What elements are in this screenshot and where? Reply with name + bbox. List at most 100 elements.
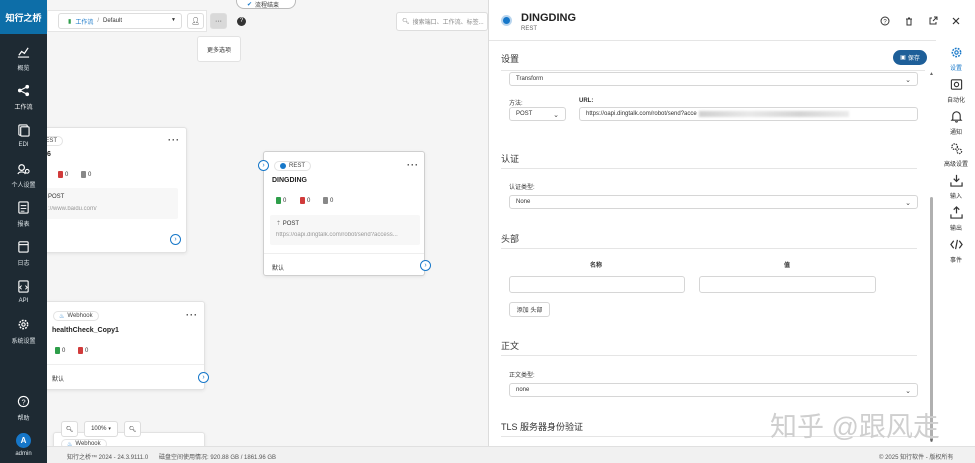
tab-settings[interactable]: 设置 — [937, 44, 975, 74]
tab-input[interactable]: 输入 — [937, 172, 975, 202]
open-external-icon[interactable] — [928, 16, 938, 26]
divider — [47, 364, 204, 365]
gear-icon — [17, 318, 30, 333]
bell-icon — [950, 110, 963, 125]
pending-file-icon — [323, 197, 328, 204]
header-name-input[interactable] — [509, 276, 685, 293]
card-footer-label: 默认 — [52, 377, 65, 383]
upload-icon: ⇡ — [276, 221, 283, 227]
port-card[interactable]: REST ··· 6 0 0 POST ://www.baidu.com/ › — [47, 127, 187, 253]
connect-output-icon[interactable]: › — [198, 372, 209, 383]
help-button[interactable]: ? — [233, 13, 250, 29]
tab-automation[interactable]: 自动化 — [937, 76, 975, 106]
nav-item-label: 工作流 — [14, 104, 33, 111]
breadcrumb-root[interactable]: 工作流 — [75, 17, 93, 26]
close-icon[interactable] — [951, 16, 961, 26]
card-footer-label: 默认 — [272, 266, 285, 272]
success-file-icon — [55, 347, 60, 354]
request-url: ://www.baidu.com/ — [48, 206, 97, 212]
card-type-badge: ♨ Webhook — [53, 311, 99, 321]
zoom-out-icon: 🔍︎ — [128, 426, 137, 433]
connect-output-icon[interactable]: › — [420, 260, 431, 271]
redacted-token — [698, 111, 849, 117]
disk-usage-text: 磁盘空间使用情况: 920.88 GB / 1861.96 GB — [159, 455, 277, 461]
code-icon — [949, 238, 963, 253]
user-menu[interactable]: A admin — [0, 428, 47, 462]
nav-item-api[interactable]: API — [0, 274, 47, 310]
svg-text:?: ? — [21, 397, 25, 406]
breadcrumb[interactable]: ▮ 工作流 / Default ▼ — [58, 13, 182, 29]
divider — [501, 355, 917, 356]
kebab-menu-icon[interactable]: ··· — [186, 310, 198, 320]
properties-panel — [488, 0, 975, 446]
auth-heading: 认证 — [501, 154, 520, 164]
nav-item-reports[interactable]: 报表 — [0, 196, 47, 232]
zoom-out-button[interactable]: 🔍︎ — [124, 421, 141, 437]
chevron-down-icon: ⌄ — [905, 200, 911, 207]
avatar: A — [16, 433, 31, 448]
divider — [264, 253, 424, 254]
zoom-level-select[interactable]: 100% ▾ — [84, 421, 118, 437]
kebab-menu-icon[interactable]: ··· — [407, 160, 419, 170]
error-file-icon — [78, 347, 83, 354]
edi-icon — [17, 124, 30, 139]
nav-item-label: 系统设置 — [11, 338, 36, 345]
auth-type-select[interactable]: None ⌄ — [509, 195, 918, 209]
tab-advanced-settings[interactable]: 高级设置 — [937, 140, 975, 170]
add-header-button[interactable]: 添加 头部 — [509, 302, 550, 317]
save-button[interactable]: ▣ 保存 — [893, 50, 927, 65]
port-card-dingding[interactable]: › REST ··· DINGDING 0 0 0 ⇡ POST https:/… — [258, 151, 431, 276]
workflow-icon — [17, 84, 30, 99]
user-filter-button[interactable]: 👤︎ — [187, 13, 204, 29]
port-card-webhook[interactable]: ♨ Webhook ··· healthCheck_Copy1 0 0 默认 › — [47, 301, 209, 390]
request-method: ⇡ POST — [276, 221, 300, 227]
help-icon[interactable]: ? — [880, 16, 890, 26]
caret-down-icon: ▼ — [171, 17, 176, 23]
app-logo[interactable]: 知行之桥 — [0, 0, 47, 34]
kebab-menu-icon[interactable]: ··· — [168, 135, 180, 145]
method-label: 方法: — [509, 101, 523, 107]
url-input[interactable]: https://oapi.dingtalk.com/robot/send?acc… — [579, 107, 918, 121]
workflow-file-icon: ▮ — [68, 18, 72, 25]
nav-item-workflow[interactable]: 工作流 — [0, 79, 47, 115]
ellipsis-icon: ··· — [215, 17, 222, 25]
input-icon — [949, 174, 963, 189]
workflow-canvas[interactable]: REST ··· 6 0 0 POST ://www.baidu.com/ › … — [47, 0, 488, 446]
scroll-up-icon[interactable]: ▲ — [929, 71, 934, 77]
connect-output-icon[interactable]: › — [170, 234, 181, 245]
breadcrumb-current: Default — [103, 18, 123, 24]
request-summary: ⇡ POST https://oapi.dingtalk.com/robot/s… — [270, 215, 420, 245]
header-value-input[interactable] — [699, 276, 876, 293]
breadcrumb-separator: / — [97, 18, 99, 24]
trash-icon[interactable] — [904, 16, 914, 26]
nav-item-help[interactable]: ? 帮助 — [0, 390, 47, 426]
nav-item-system-settings[interactable]: 系统设置 — [0, 313, 47, 349]
method-select[interactable]: POST ⌄ — [509, 107, 566, 121]
url-label: URL: — [579, 98, 594, 104]
rest-port-icon — [501, 15, 512, 26]
caret-down-icon: ▾ — [108, 426, 111, 432]
search-input[interactable]: 🔍︎ 搜索端口、工作流、标签... — [396, 12, 488, 31]
chevron-down-icon: ⌄ — [905, 77, 911, 84]
nav-item-label: 个人设置 — [11, 182, 36, 189]
more-options-button[interactable]: ··· — [210, 13, 227, 29]
transform-select[interactable]: Transform ⌄ — [509, 72, 918, 86]
tab-events[interactable]: 事件 — [937, 236, 975, 266]
tab-output[interactable]: 输出 — [937, 204, 975, 234]
success-count: 0 — [276, 197, 286, 204]
nav-item-overview[interactable]: 概览 — [0, 40, 47, 76]
nav-item-personal-settings[interactable]: 个人设置 — [0, 157, 47, 193]
nav-item-label: 概览 — [17, 65, 30, 72]
connect-input-icon[interactable]: › — [258, 160, 269, 171]
error-count: 0 — [58, 171, 68, 178]
nav-item-logs[interactable]: 日志 — [0, 235, 47, 271]
body-type-select[interactable]: none ⌄ — [509, 383, 918, 397]
error-count: 0 — [300, 197, 310, 204]
nav-item-edi[interactable]: EDI — [0, 118, 47, 154]
pending-file-icon — [81, 171, 86, 178]
zoom-in-button[interactable]: 🔍︎ — [61, 421, 78, 437]
tab-notifications[interactable]: 通知 — [937, 108, 975, 138]
card-type-badge: REST — [47, 136, 64, 146]
panel-scrollbar[interactable]: ▲ ▼ — [928, 71, 935, 446]
advanced-gear-icon — [950, 142, 963, 157]
